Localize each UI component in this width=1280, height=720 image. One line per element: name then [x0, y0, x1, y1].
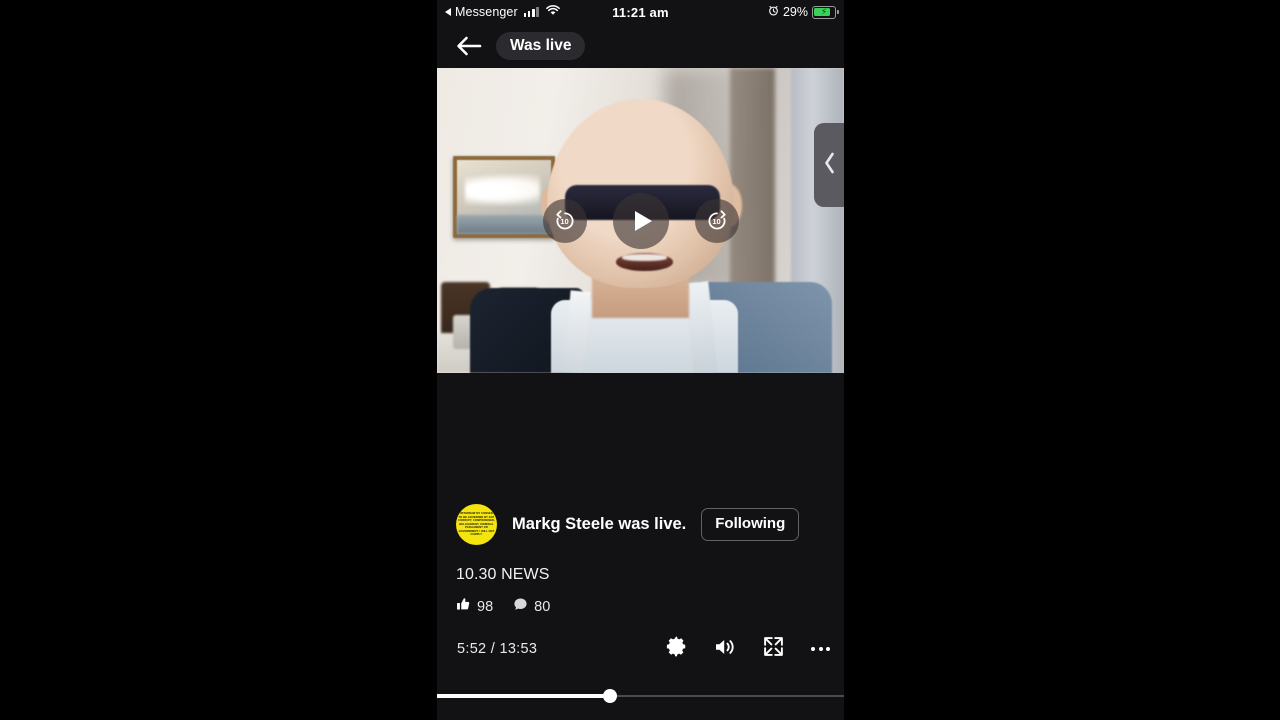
avatar-text: I WITHDRAW MY CONSENT TO BE GOVERNED BY …	[458, 511, 495, 537]
chevron-left-icon	[823, 152, 836, 179]
player-icon-group	[666, 636, 830, 662]
battery-percent-label: 29%	[782, 5, 808, 19]
video-scrubber[interactable]	[437, 689, 844, 703]
reactions-row: 98 80	[456, 597, 550, 616]
nav-bar: Was live	[437, 24, 844, 68]
author-name[interactable]: Markg Steele was live.	[512, 515, 686, 534]
status-bar-right: 29% ⚡	[768, 5, 839, 19]
side-drawer-handle[interactable]	[814, 123, 844, 207]
following-button[interactable]: Following	[701, 507, 800, 542]
video-overlay-controls: 10 10	[437, 68, 844, 373]
back-arrow-icon[interactable]	[456, 35, 482, 57]
author-row: I WITHDRAW MY CONSENT TO BE GOVERNED BY …	[456, 504, 800, 545]
player-control-bar: 5:52 / 13:53	[437, 632, 844, 666]
more-options-icon[interactable]	[811, 647, 830, 651]
like-count: 98	[477, 598, 494, 615]
duration: 13:53	[499, 641, 538, 657]
play-icon[interactable]	[612, 192, 669, 249]
avatar[interactable]: I WITHDRAW MY CONSENT TO BE GOVERNED BY …	[456, 504, 497, 545]
forward-seconds-label: 10	[712, 216, 721, 226]
gear-icon[interactable]	[666, 636, 687, 662]
volume-on-icon[interactable]	[714, 637, 736, 662]
time-separator: /	[490, 641, 496, 657]
comment-count: 80	[534, 598, 551, 615]
scrubber-thumb[interactable]	[602, 689, 617, 703]
comment-bubble-icon	[513, 597, 528, 616]
post-caption: 10.30 NEWS	[456, 566, 550, 583]
like-group[interactable]: 98	[456, 597, 493, 616]
scrubber-fill	[437, 694, 610, 698]
battery-charging-icon: ⚡	[812, 5, 839, 19]
rewind-10-icon[interactable]: 10	[542, 198, 587, 243]
screenshot-stage: Messenger 11:21 am 29% ⚡ Was live 10 10 …	[0, 0, 1280, 720]
phone-screen: Messenger 11:21 am 29% ⚡ Was live 10 10 …	[437, 0, 844, 720]
was-live-pill[interactable]: Was live	[496, 31, 586, 61]
status-bar: Messenger 11:21 am 29% ⚡	[437, 0, 844, 24]
time-display: 5:52 / 13:53	[457, 641, 537, 657]
alarm-clock-icon	[768, 5, 779, 19]
forward-10-icon[interactable]: 10	[694, 198, 739, 243]
rewind-seconds-label: 10	[560, 216, 569, 226]
current-time: 5:52	[457, 641, 487, 657]
fullscreen-expand-icon[interactable]	[763, 636, 784, 662]
comment-group[interactable]: 80	[513, 597, 550, 616]
video-player[interactable]: 10 10	[437, 68, 844, 373]
thumbs-up-icon	[456, 597, 471, 616]
